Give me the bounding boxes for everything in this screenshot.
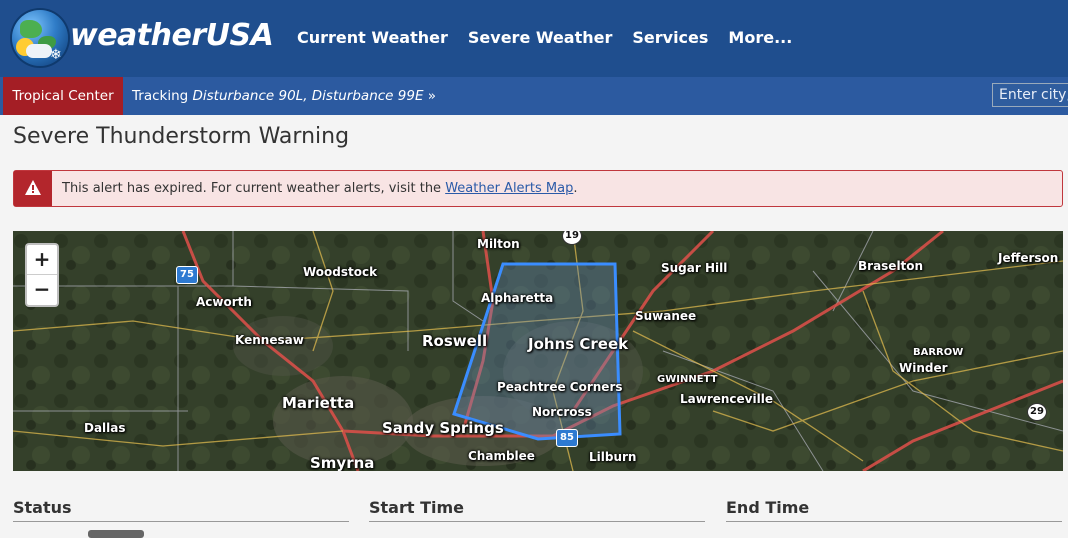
place-label: Peachtree Corners xyxy=(497,380,623,394)
page-title: Severe Thunderstorm Warning xyxy=(13,124,350,149)
tracking-prefix: Tracking xyxy=(132,88,189,104)
start-time-column: Start Time xyxy=(369,498,705,522)
tracking-link[interactable]: Tracking Disturbance 90L, Disturbance 99… xyxy=(132,77,436,115)
place-label: Roswell xyxy=(422,332,488,350)
place-label: BARROW xyxy=(913,347,964,358)
nav-current-weather[interactable]: Current Weather xyxy=(297,28,448,47)
zoom-in-button[interactable]: + xyxy=(27,245,57,275)
place-label: Lilburn xyxy=(589,450,637,464)
alert-text: This alert has expired. For current weat… xyxy=(62,181,446,196)
warning-triangle-icon xyxy=(14,171,52,206)
end-time-column: End Time xyxy=(726,498,1062,522)
place-label: GWINNETT xyxy=(657,374,718,385)
tracking-storms: Disturbance 90L, Disturbance 99E xyxy=(192,88,424,104)
nav-services[interactable]: Services xyxy=(632,28,708,47)
place-label: Chamblee xyxy=(468,449,535,463)
nav-severe-weather[interactable]: Severe Weather xyxy=(468,28,612,47)
city-search-input[interactable] xyxy=(992,83,1068,107)
alert-message: This alert has expired. For current weat… xyxy=(62,171,577,206)
interstate-shield: 85 xyxy=(556,429,578,447)
place-label: Winder xyxy=(899,361,948,375)
place-label: Lawrenceville xyxy=(680,392,773,406)
place-label: Kennesaw xyxy=(235,333,304,347)
route-shield: 29 xyxy=(1027,403,1047,421)
tropical-bar: Tropical Center Tracking Disturbance 90L… xyxy=(0,77,1068,115)
site-logo[interactable]: ❄ weatherUSA xyxy=(12,8,274,70)
place-label: Jefferson xyxy=(998,251,1059,265)
weather-alerts-map-link[interactable]: Weather Alerts Map xyxy=(445,181,573,196)
tracking-arrow: » xyxy=(427,88,437,104)
place-label: Milton xyxy=(477,237,520,251)
site-header: ❄ weatherUSA Current Weather Severe Weat… xyxy=(0,0,1068,77)
zoom-control: + − xyxy=(25,243,59,307)
place-label: Sandy Springs xyxy=(382,419,504,437)
place-label: Sugar Hill xyxy=(661,261,728,275)
end-time-heading: End Time xyxy=(726,498,1062,522)
place-label: Alpharetta xyxy=(481,291,554,305)
globe-weather-icon: ❄ xyxy=(12,10,68,66)
zoom-out-button[interactable]: − xyxy=(27,275,57,304)
place-label: Braselton xyxy=(858,259,924,273)
brand-name: weatherUSA xyxy=(70,18,274,53)
warning-map[interactable]: + − Milton Woodstock Acworth Alpharetta … xyxy=(13,231,1063,471)
expired-alert-banner: This alert has expired. For current weat… xyxy=(13,170,1063,207)
place-label: Acworth xyxy=(196,295,252,309)
interstate-shield: 75 xyxy=(176,266,198,284)
status-heading: Status xyxy=(13,498,349,522)
place-label: Suwanee xyxy=(635,309,697,323)
place-label: Dallas xyxy=(84,421,126,435)
status-column: Status xyxy=(13,498,349,522)
main-nav: Current Weather Severe Weather Services … xyxy=(297,28,792,47)
place-label: Johns Creek xyxy=(528,335,629,353)
start-time-heading: Start Time xyxy=(369,498,705,522)
alert-text-end: . xyxy=(573,181,578,196)
place-label: Woodstock xyxy=(303,265,378,279)
nav-more[interactable]: More... xyxy=(728,28,792,47)
place-label: Norcross xyxy=(532,405,592,419)
place-label: Smyrna xyxy=(310,454,375,471)
place-label: Marietta xyxy=(282,394,355,412)
status-badge xyxy=(88,530,144,538)
tropical-center-button[interactable]: Tropical Center xyxy=(3,77,123,115)
